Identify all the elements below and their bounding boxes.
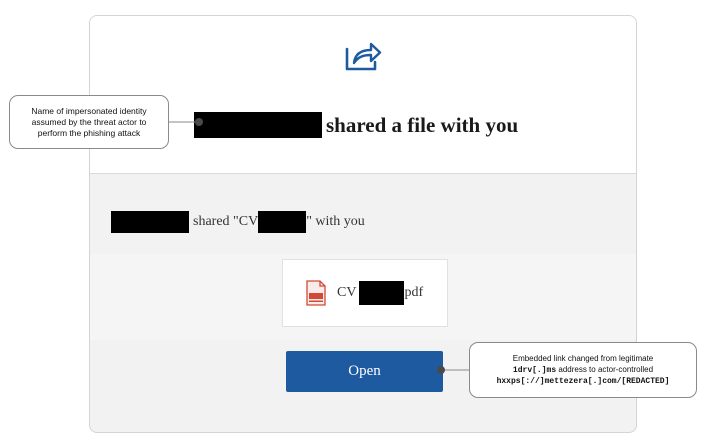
file-attachment-card[interactable]: CV pdf (282, 259, 448, 327)
callout-left-line3: perform the phishing attack (37, 127, 141, 138)
open-button[interactable]: Open (286, 351, 443, 392)
redacted-sender-name (194, 112, 322, 138)
pdf-file-icon (306, 280, 326, 306)
malicious-url-code: hxxps[://]mettezera[.]com/[REDACTED] (496, 377, 670, 386)
file-name-suffix: pdf (404, 285, 424, 300)
impersonated-identity-callout: Name of impersonated identity assumed by… (9, 95, 169, 149)
redacted-file-name (359, 281, 405, 305)
redacted-sender-name (111, 211, 189, 233)
shared-suffix: " with you (306, 214, 365, 229)
callout-left-line1: Name of impersonated identity (31, 105, 147, 116)
callout-right-line2-text: address to actor-controlled (556, 365, 654, 374)
headline-text: shared a file with you (326, 112, 519, 137)
callout-right-line1: Embedded link changed from legitimate (512, 354, 654, 363)
redacted-file-name (258, 211, 307, 233)
legit-domain-code: 1drv[.]ms (512, 366, 557, 375)
headline: shared a file with you (194, 110, 518, 140)
shared-message: shared "CV " with you (111, 209, 365, 235)
malicious-link-callout: Embedded link changed from legitimate 1d… (469, 342, 697, 398)
callout-left-line2: assumed by the threat actor to (31, 116, 147, 127)
file-name-prefix: CV (337, 285, 357, 300)
callout-right-line2: 1drv[.]ms address to actor-controlled (474, 364, 692, 376)
email-header: shared a file with you (90, 16, 636, 174)
shared-prefix: shared "CV (193, 214, 259, 229)
share-arrow-icon (345, 42, 382, 71)
